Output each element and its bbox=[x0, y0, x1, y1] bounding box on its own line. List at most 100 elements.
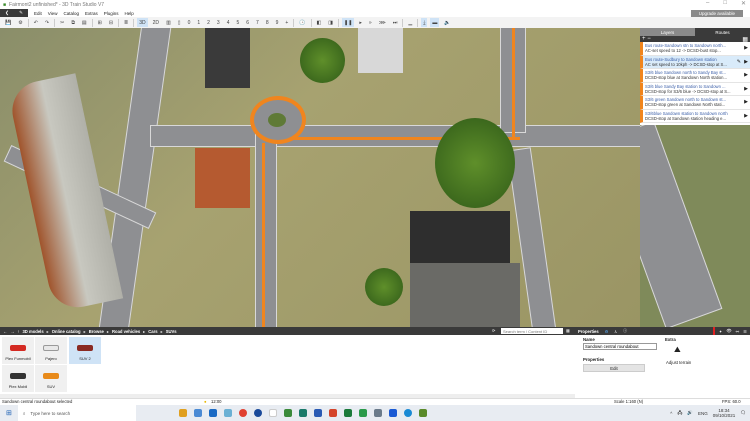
list-icon[interactable]: ≣ bbox=[122, 18, 130, 27]
adjust-terrain-label[interactable]: Adjust terrain bbox=[666, 360, 691, 365]
edit-mode-icon[interactable]: ✎ bbox=[14, 9, 28, 17]
link-icon[interactable]: ⚯ bbox=[736, 329, 740, 334]
name-field[interactable] bbox=[583, 343, 657, 350]
add-layer-button[interactable]: + bbox=[283, 18, 290, 27]
language-indicator[interactable]: ENG bbox=[698, 411, 708, 416]
route-item[interactable]: S3/6 blue Sandown north to Sandy Bay st.… bbox=[640, 69, 750, 83]
layer-9[interactable]: 9 bbox=[274, 18, 281, 27]
view-grid-icon[interactable]: ▦ bbox=[566, 328, 570, 333]
back-icon[interactable]: ← bbox=[3, 329, 7, 334]
close-button[interactable]: ✕ bbox=[741, 0, 746, 7]
sound-icon[interactable]: 🔈 bbox=[442, 18, 452, 27]
settings-tab-icon[interactable]: ⚙ bbox=[605, 329, 609, 334]
3d-train-studio-icon[interactable] bbox=[419, 409, 428, 417]
redo-icon[interactable]: ↷ bbox=[43, 18, 51, 27]
group-icon[interactable]: ⊞ bbox=[96, 18, 104, 27]
route-item[interactable]: Bus route-Sandown stn to Sandown north..… bbox=[640, 42, 750, 56]
cut-icon[interactable]: ✂ bbox=[58, 18, 66, 27]
catalog-item[interactable]: SUV 2 bbox=[69, 337, 101, 364]
word-icon[interactable] bbox=[314, 409, 323, 417]
camera-icon[interactable] bbox=[374, 409, 383, 417]
undo-icon[interactable]: ↶ bbox=[32, 18, 40, 27]
terrain-icon[interactable]: ▁ bbox=[406, 18, 414, 27]
clock-icon[interactable]: 🕓 bbox=[297, 18, 307, 27]
paste-icon[interactable]: ▤ bbox=[80, 18, 89, 27]
panel-right-icon[interactable]: ◨ bbox=[326, 18, 335, 27]
back-icon[interactable]: ❮ bbox=[0, 9, 14, 17]
mail-icon[interactable] bbox=[194, 409, 203, 417]
clock[interactable]: 18:34 09/10/2021 bbox=[713, 408, 736, 418]
catalog-item[interactable]: Pajero bbox=[35, 337, 67, 364]
route-item[interactable]: S3/6blue Sandown station to Sandown nort… bbox=[640, 109, 750, 123]
layer-icon[interactable]: ▯ bbox=[176, 18, 183, 27]
play-icon[interactable]: ▶ bbox=[744, 73, 748, 78]
maximize-button[interactable]: □ bbox=[723, 0, 727, 7]
tray-chevron-icon[interactable]: ^ bbox=[670, 411, 672, 416]
settings-icon[interactable]: ⚙ bbox=[16, 18, 24, 27]
pin-icon[interactable]: ✦ bbox=[719, 329, 723, 334]
menu-icon[interactable]: ☰ bbox=[743, 329, 747, 334]
download-icon[interactable]: ⤓ bbox=[421, 18, 428, 27]
layer-1[interactable]: 1 bbox=[195, 18, 202, 27]
eye-icon[interactable]: 👁 bbox=[726, 328, 731, 334]
info-icon[interactable]: ⓘ bbox=[623, 328, 627, 334]
tab-layers[interactable]: Layers bbox=[640, 28, 695, 36]
menu-extras[interactable]: Extras bbox=[82, 11, 101, 16]
app-icon[interactable] bbox=[254, 409, 263, 417]
fast-forward-icon[interactable]: » bbox=[367, 18, 374, 27]
menu-catalog[interactable]: Catalog bbox=[60, 11, 82, 16]
windows-start-icon[interactable]: ⊞ bbox=[6, 409, 12, 417]
view-2d-button[interactable]: 2D bbox=[151, 18, 161, 27]
volume-icon[interactable]: 🔊 bbox=[687, 410, 693, 416]
panel-left-icon[interactable]: ◧ bbox=[315, 18, 324, 27]
catalog-item[interactable]: SUV bbox=[35, 365, 67, 392]
layer-5[interactable]: 5 bbox=[234, 18, 241, 27]
forward-icon[interactable]: → bbox=[10, 329, 14, 334]
pause-icon[interactable]: ❚❚ bbox=[342, 18, 355, 27]
layer-4[interactable]: 4 bbox=[225, 18, 232, 27]
menu-plugins[interactable]: Plugins bbox=[101, 11, 122, 16]
skip-icon[interactable]: ⏭ bbox=[391, 18, 400, 27]
layer-8[interactable]: 8 bbox=[264, 18, 271, 27]
crumb-browse[interactable]: Browse bbox=[89, 329, 104, 334]
route-item[interactable]: S3/6 blue Sandy Bay station to Sandown .… bbox=[640, 82, 750, 96]
edge-icon[interactable] bbox=[404, 409, 413, 417]
crumb-3d-models[interactable]: 3D models bbox=[22, 329, 43, 334]
app-icon[interactable] bbox=[224, 409, 233, 417]
layer-3[interactable]: 3 bbox=[215, 18, 222, 27]
layer-7[interactable]: 7 bbox=[254, 18, 261, 27]
app-icon[interactable] bbox=[284, 409, 293, 417]
upgrade-button[interactable]: Upgrade available bbox=[690, 10, 743, 17]
layer-0[interactable]: 0 bbox=[186, 18, 193, 27]
chrome-icon[interactable] bbox=[239, 409, 248, 417]
app-icon[interactable] bbox=[359, 409, 368, 417]
crumb-road-vehicles[interactable]: Road vehicles bbox=[112, 329, 140, 334]
crumb-suvs[interactable]: SUVs bbox=[166, 329, 177, 334]
3d-viewport[interactable] bbox=[0, 28, 640, 327]
app-icon[interactable] bbox=[269, 409, 278, 417]
taskbar-search[interactable]: ⌕ Type here to search bbox=[17, 405, 136, 421]
notifications-icon[interactable]: 🗨 bbox=[740, 410, 746, 416]
app-icon[interactable] bbox=[299, 409, 308, 417]
edit-button[interactable]: Edit bbox=[583, 364, 645, 372]
play-icon[interactable]: ▶ bbox=[744, 46, 748, 51]
route-item[interactable]: S3/6 green Sandown north to Sandown st..… bbox=[640, 96, 750, 110]
hierarchy-icon[interactable]: ⅄ bbox=[614, 329, 617, 334]
play-icon[interactable]: ▶ bbox=[744, 86, 748, 92]
tab-properties[interactable]: Properties bbox=[578, 329, 599, 334]
crumb-cars[interactable]: Cars bbox=[148, 329, 157, 334]
bar-icon[interactable]: ▬ bbox=[430, 18, 440, 27]
network-icon[interactable]: 🖧 bbox=[677, 409, 682, 417]
layer-6[interactable]: 6 bbox=[244, 18, 251, 27]
view-3d-button[interactable]: 3D bbox=[137, 18, 148, 27]
app-icon[interactable] bbox=[389, 409, 398, 417]
catalog-item[interactable]: Plex Funmobil bbox=[2, 337, 34, 364]
play-icon[interactable]: ▶ bbox=[744, 113, 748, 119]
faster-icon[interactable]: ⋙ bbox=[377, 18, 388, 27]
play-icon[interactable]: ▸ bbox=[357, 18, 364, 27]
crumb-online-catalog[interactable]: Online catalog bbox=[52, 329, 81, 334]
edit-icon[interactable]: ✎ bbox=[737, 59, 741, 65]
menu-view[interactable]: View bbox=[45, 11, 61, 16]
save-icon[interactable]: 💾 bbox=[3, 18, 13, 27]
catalog-item[interactable]: Plex Mobil bbox=[2, 365, 34, 392]
